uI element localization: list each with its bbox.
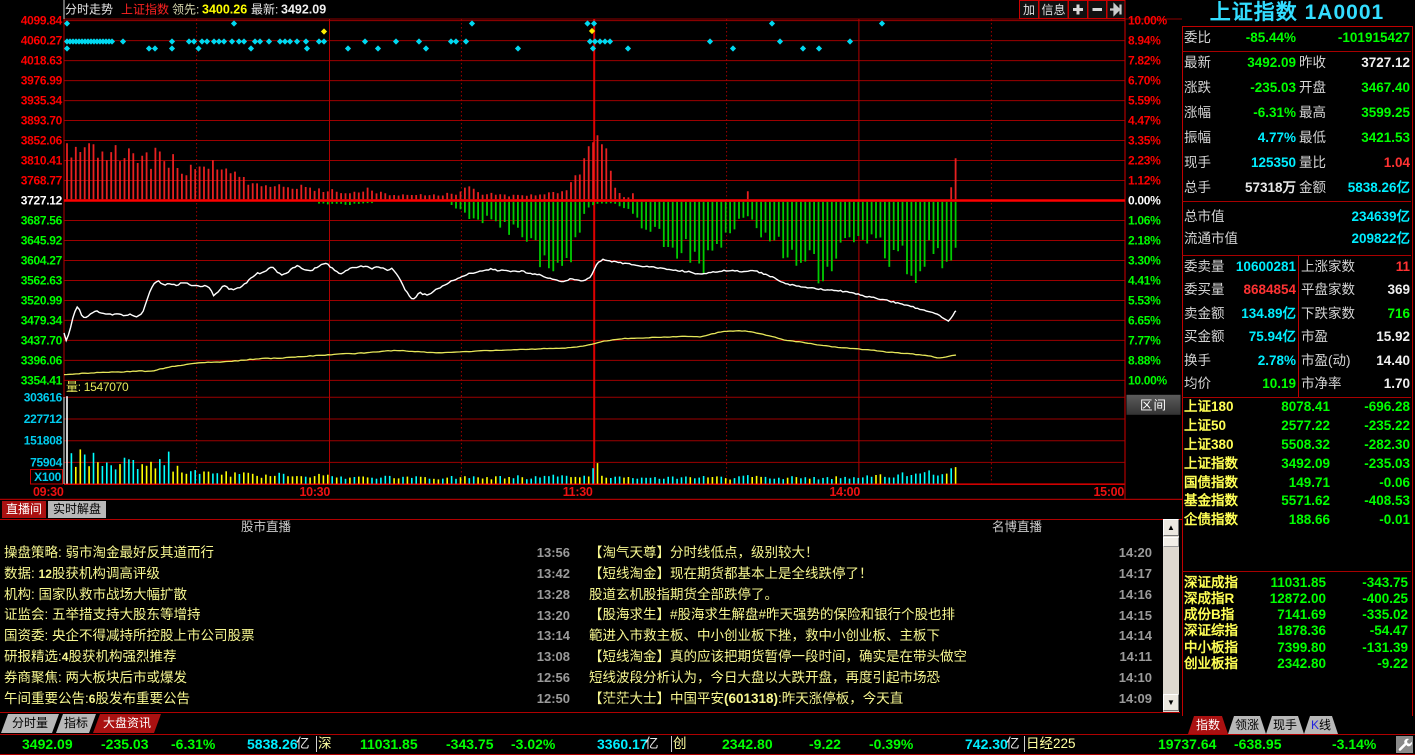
svg-text:6.65%: 6.65% <box>1128 313 1161 327</box>
svg-text:6.70%: 6.70% <box>1128 74 1161 88</box>
svg-text:3479.34: 3479.34 <box>21 313 63 327</box>
svg-text:最新:: 最新: <box>251 2 278 17</box>
svg-text:3810.41: 3810.41 <box>21 154 63 168</box>
svg-text:3492.09: 3492.09 <box>281 3 326 17</box>
svg-text:2.18%: 2.18% <box>1128 234 1161 248</box>
svg-text:8.94%: 8.94% <box>1128 34 1161 48</box>
svg-text:4018.63: 4018.63 <box>21 54 63 68</box>
svg-text:11:30: 11:30 <box>563 485 593 499</box>
svg-text:75904: 75904 <box>30 455 62 469</box>
svg-text:3727.12: 3727.12 <box>21 194 63 208</box>
svg-text:7.82%: 7.82% <box>1128 54 1161 68</box>
svg-text:3768.77: 3768.77 <box>21 174 63 188</box>
svg-text:区间: 区间 <box>1140 399 1167 413</box>
svg-text:5.53%: 5.53% <box>1128 294 1161 308</box>
svg-text:14:00: 14:00 <box>830 485 861 499</box>
svg-text:10:30: 10:30 <box>300 485 331 499</box>
svg-text:3.35%: 3.35% <box>1128 134 1161 148</box>
svg-text:3687.56: 3687.56 <box>21 214 63 228</box>
svg-text:10.00%: 10.00% <box>1128 14 1168 28</box>
svg-text:3354.41: 3354.41 <box>21 373 63 387</box>
svg-text:领先:: 领先: <box>172 3 199 17</box>
svg-text:3396.06: 3396.06 <box>21 353 63 367</box>
svg-text:10.00%: 10.00% <box>1128 373 1168 387</box>
svg-text:2.23%: 2.23% <box>1128 154 1161 168</box>
svg-text:3852.06: 3852.06 <box>21 134 63 148</box>
svg-text:1.12%: 1.12% <box>1128 174 1161 188</box>
svg-text:4.41%: 4.41% <box>1128 274 1161 288</box>
svg-text:227712: 227712 <box>24 412 63 426</box>
svg-text:3645.92: 3645.92 <box>21 234 63 248</box>
svg-text:3976.99: 3976.99 <box>21 74 63 88</box>
svg-text:X100: X100 <box>34 470 61 484</box>
svg-text:上证指数: 上证指数 <box>121 2 169 17</box>
svg-text:09:30: 09:30 <box>33 485 64 499</box>
svg-text:3.30%: 3.30% <box>1128 254 1161 268</box>
svg-text:4.47%: 4.47% <box>1128 114 1161 128</box>
svg-text:3437.70: 3437.70 <box>21 333 63 347</box>
svg-text:0.00%: 0.00% <box>1128 194 1161 208</box>
svg-text:303616: 303616 <box>24 390 63 404</box>
svg-text:加: 加 <box>1023 3 1035 17</box>
svg-text:信息: 信息 <box>1041 2 1065 17</box>
svg-text:8.88%: 8.88% <box>1128 353 1161 367</box>
svg-text:3400.26: 3400.26 <box>202 3 247 17</box>
svg-text:3935.34: 3935.34 <box>21 94 63 108</box>
svg-text:7.77%: 7.77% <box>1128 333 1161 347</box>
svg-text:15:00: 15:00 <box>1094 485 1125 499</box>
svg-text:3520.99: 3520.99 <box>21 294 63 308</box>
svg-text:151808: 151808 <box>24 434 63 448</box>
svg-text:4099.84: 4099.84 <box>21 14 63 28</box>
svg-text:量: 1547070: 量: 1547070 <box>66 380 129 394</box>
svg-text:3604.27: 3604.27 <box>21 254 63 268</box>
svg-text:5.59%: 5.59% <box>1128 94 1161 108</box>
svg-text:3562.63: 3562.63 <box>21 274 63 288</box>
svg-text:4060.27: 4060.27 <box>21 34 63 48</box>
svg-text:1.06%: 1.06% <box>1128 214 1161 228</box>
svg-text:分时走势: 分时走势 <box>65 3 113 17</box>
svg-text:3893.70: 3893.70 <box>21 114 63 128</box>
